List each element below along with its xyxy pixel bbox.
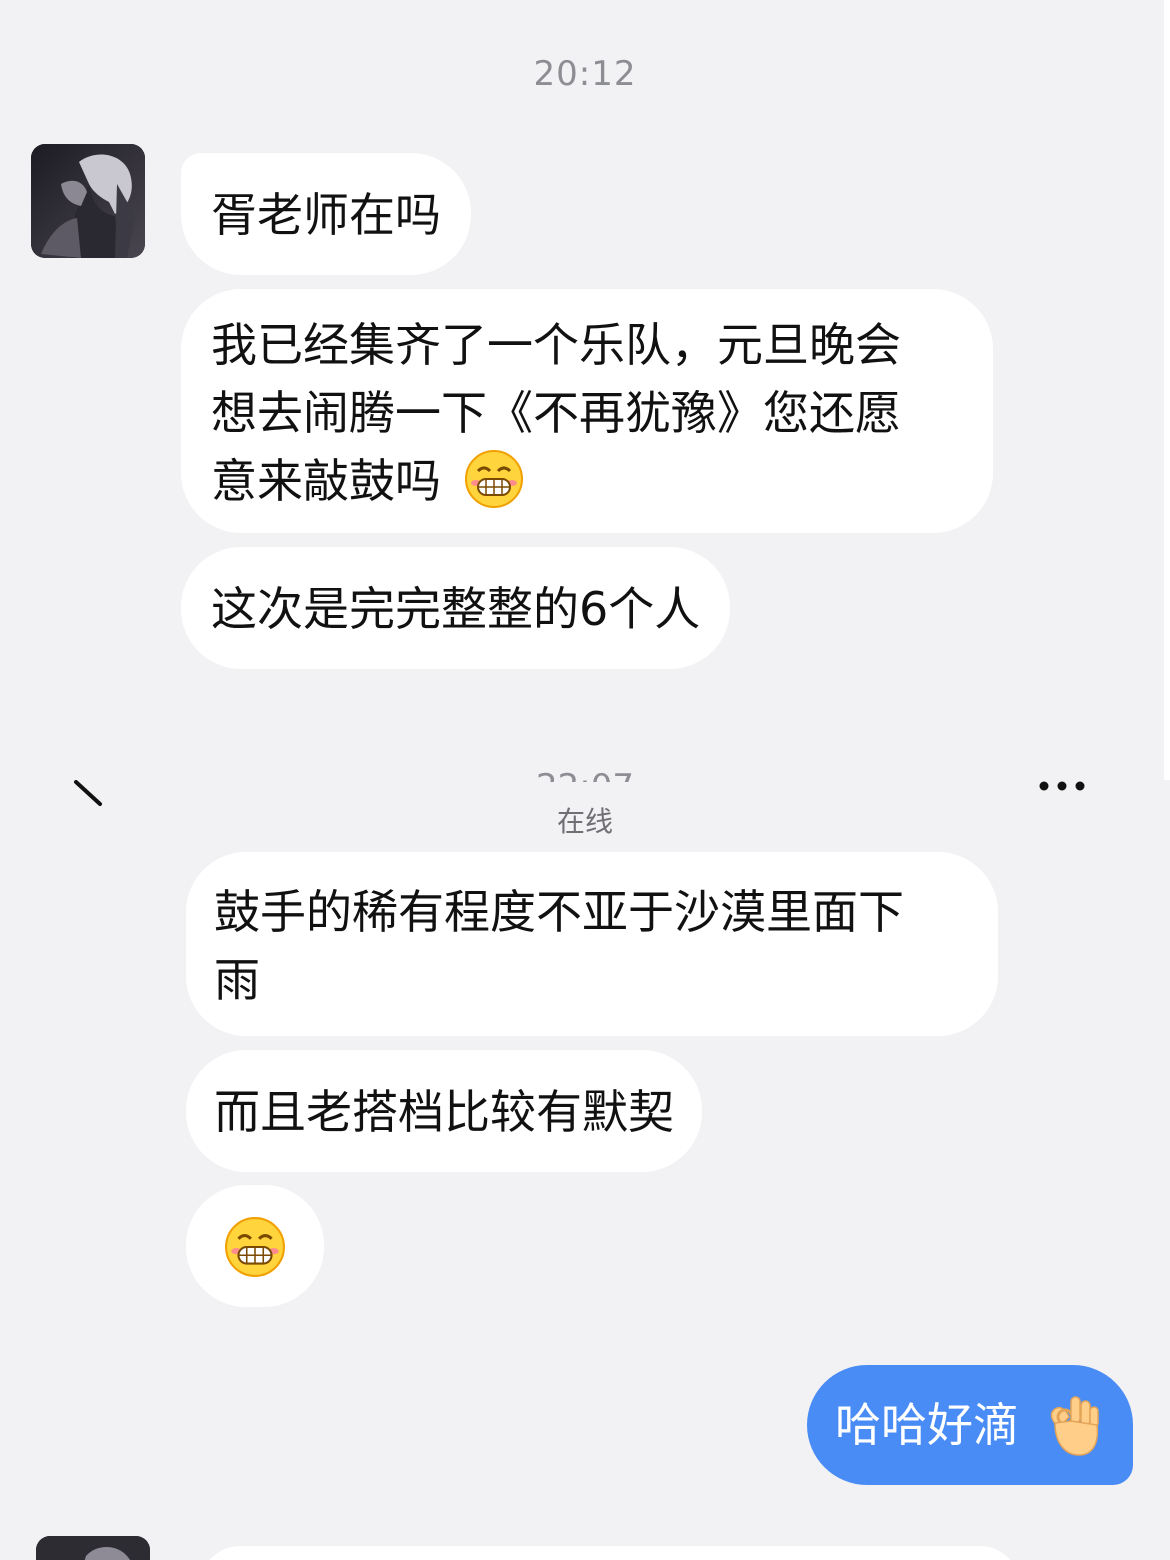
grin-face-emoji-icon [224,1216,286,1296]
more-options-icon[interactable] [1036,780,1088,794]
chat-screen: 20:12 胥老师在吗 我已经集齐了一个乐队，元旦晚会 想去闹腾一下《不再犹豫》… [0,0,1170,1560]
incoming-message-bubble[interactable] [200,1546,1020,1560]
message-text: 哈哈好滴 [835,1398,1019,1452]
grin-face-emoji-icon [464,449,524,527]
message-text: 鼓手的稀有程度不亚于沙漠里面下 雨 [214,885,904,1007]
clipped-timestamp: 22:07 [0,770,1170,782]
incoming-emoji-bubble[interactable] [186,1185,324,1307]
message-timestamp: 20:12 [533,54,637,94]
message-text: 这次是完完整整的6个人 [211,582,701,636]
incoming-message-bubble[interactable]: 我已经集齐了一个乐队，元旦晚会 想去闹腾一下《不再犹豫》您还愿 意来敲鼓吗 [181,289,993,533]
chat-history-bottom[interactable]: 22:07 在线 鼓手的稀有程度不亚于沙漠里面下 雨 而且老搭档比较有默契 [0,770,1170,1560]
ok-hand-emoji-icon [1041,1393,1101,1475]
message-text: 胥老师在吗 [211,188,441,242]
contact-avatar[interactable] [31,144,145,258]
chat-history-top[interactable]: 20:12 胥老师在吗 我已经集齐了一个乐队，元旦晚会 想去闹腾一下《不再犹豫》… [0,0,1170,780]
message-text: 我已经集齐了一个乐队，元旦晚会 想去闹腾一下《不再犹豫》您还愿 意来敲鼓吗 [211,318,901,508]
incoming-message-bubble[interactable]: 鼓手的稀有程度不亚于沙漠里面下 雨 [186,852,998,1036]
message-text: 而且老搭档比较有默契 [214,1085,674,1139]
outgoing-message-bubble[interactable]: 哈哈好滴 [807,1365,1133,1485]
contact-avatar[interactable] [36,1536,150,1560]
incoming-message-bubble[interactable]: 胥老师在吗 [181,153,471,275]
incoming-message-bubble[interactable]: 这次是完完整整的6个人 [181,547,731,669]
incoming-message-bubble[interactable]: 而且老搭档比较有默契 [186,1050,702,1172]
online-status: 在线 [556,805,613,838]
